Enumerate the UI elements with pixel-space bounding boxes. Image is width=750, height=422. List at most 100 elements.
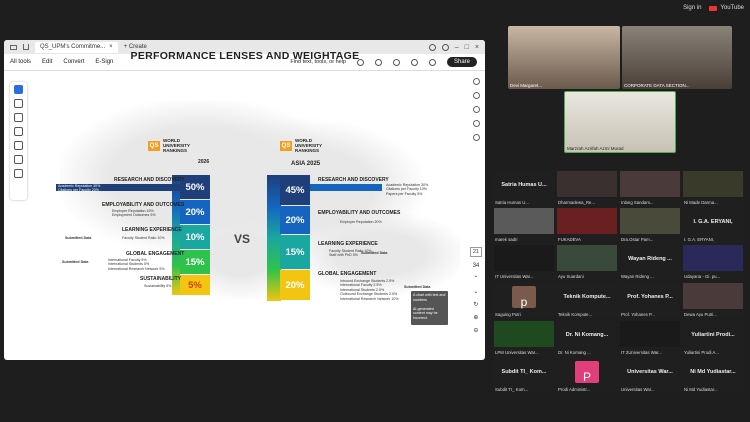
participant-tile[interactable]: Dr. Ni Komang... Dr. Ni Komang ... <box>556 320 618 356</box>
participant-name-label: Dr. Ni Komang ... <box>558 350 591 355</box>
participant-tile[interactable]: Universitas War... Universitas War... <box>619 357 681 393</box>
participant-tile[interactable]: Teknik Kompute... Teknik Kompute... <box>556 282 618 318</box>
speaker-video-1[interactable]: Devi Margaret... <box>508 26 620 89</box>
comment-icon[interactable] <box>14 113 23 122</box>
refresh-icon[interactable]: ↻ <box>473 301 478 308</box>
participant-display-name: Universitas War... <box>627 369 673 375</box>
right-cat-global: GLOBAL ENGAGEMENT <box>318 271 377 277</box>
left-seg-learning: 10% <box>180 225 210 249</box>
left-submitted-2: Submitted Data <box>62 260 89 264</box>
participant-avatar: p <box>512 286 536 309</box>
participant-display-name: Dr. Ni Komang... <box>565 332 609 338</box>
left-seg-global: 15% <box>180 250 210 274</box>
participant-name-label: Teknik Kompute... <box>558 312 593 317</box>
participant-logo <box>494 245 554 271</box>
zoom-icon[interactable] <box>14 99 23 108</box>
participant-name-label: Ayu Suardani <box>558 274 584 279</box>
right-seg-learning: 15% <box>280 235 310 269</box>
page-navigator: 21 34 ⌃ ⌄ ↻ ⊕ ⊖ <box>469 247 482 334</box>
thumbnails-icon[interactable] <box>472 120 480 127</box>
participant-name-label: LPM Universitas War... <box>495 350 539 355</box>
page-down-icon[interactable]: ⌄ <box>473 288 478 295</box>
current-page-field[interactable]: 21 <box>469 247 482 257</box>
zoom-in-icon[interactable]: ⊕ <box>473 314 478 321</box>
participant-name-label: FUKADEVA <box>558 237 581 242</box>
attachments-icon[interactable] <box>472 134 480 141</box>
participant-tile[interactable]: IT Universitas War... <box>493 244 555 280</box>
left-cat-research: RESEARCH AND DISCOVERY <box>114 177 185 183</box>
qs-left-line3: RANKINGS <box>163 148 188 153</box>
participant-tile[interactable]: IT 2Universitas War... <box>619 320 681 356</box>
participant-tile[interactable]: p Saguing Putri <box>493 282 555 318</box>
comments-panel-icon[interactable] <box>472 92 480 99</box>
left-cat-learning: LEARNING EXPERIENCE <box>122 227 182 233</box>
left-sub-employability: Employer Reputation 15% Employment Outco… <box>112 209 156 218</box>
participant-tile[interactable]: Dharmadewa_Re... <box>556 170 618 206</box>
speaker-video-3[interactable]: Marzrah Azrifah Azmi Murad <box>564 91 676 153</box>
participant-name-label: Dewa Ayu Putri... <box>684 312 717 317</box>
participant-video <box>683 283 743 309</box>
qs-right-year: ASIA 2025 <box>291 161 321 167</box>
bookmarks-icon[interactable] <box>472 106 480 113</box>
left-submitted-1: Submitted Data <box>65 236 92 240</box>
speaker-name-3: Marzrah Azrifah Azmi Murad <box>567 146 624 151</box>
participant-tile[interactable]: Subdit TI_ Kom... Subdit TI_ Kom... <box>493 357 555 393</box>
youtube-icon <box>709 5 718 11</box>
youtube-button[interactable]: YouTube <box>709 5 744 11</box>
left-seg-employability: 20% <box>180 200 210 224</box>
participant-tile[interactable]: Ayu Suardani <box>556 244 618 280</box>
more-tools-icon[interactable] <box>14 169 23 178</box>
participant-video <box>683 245 743 271</box>
participant-video <box>620 208 680 234</box>
zoom-out-icon[interactable]: ⊖ <box>473 327 478 334</box>
participant-tile[interactable]: I. G.A. ERYANI, I. G.A. ERYANI, <box>682 207 744 243</box>
participant-tile[interactable]: Yuliartini Prodi... Yuliartini Prodi A... <box>682 320 744 356</box>
participant-name-label: Dra.Ostar Pam... <box>621 237 654 242</box>
participant-display-name: Teknik Kompute... <box>563 294 611 300</box>
participant-name-label: Universitas War... <box>621 387 655 392</box>
speaker-video-2[interactable]: CORPORATE DATA SECTION... <box>622 26 732 89</box>
participant-tile[interactable]: Dewa Ayu Putri... <box>682 282 744 318</box>
youtube-header: Sign in YouTube <box>683 5 744 11</box>
participant-name-label: Satria Humas U... <box>495 200 529 205</box>
page-up-icon[interactable]: ⌃ <box>473 275 478 282</box>
participant-tile[interactable]: Prof. Yohanes P... Prof. Yohanes P... <box>619 282 681 318</box>
participant-name-label: Wayan Rideng ... <box>621 274 654 279</box>
sign-in-button[interactable]: Sign in <box>683 5 701 11</box>
participant-name-label: Ni Md Yudiastar... <box>684 387 718 392</box>
ai-assistant-icon[interactable] <box>472 78 480 85</box>
participant-tile[interactable]: marek sadri <box>493 207 555 243</box>
left-toolbar <box>10 82 27 200</box>
participant-name-label: Dharmadewa_Re... <box>558 200 596 205</box>
text-select-icon[interactable] <box>14 141 23 150</box>
slide-title: PERFORMANCE LENSES AND WEIGHTAGE <box>130 50 360 62</box>
total-pages: 34 <box>472 263 480 269</box>
participant-tile[interactable]: Dra.Ostar Pam... <box>619 207 681 243</box>
qs-logo-left: QS WORLD UNIVERSITY RANKINGS <box>148 138 190 153</box>
participant-name-label: marek sadri <box>495 237 518 242</box>
select-cursor-icon[interactable] <box>14 85 23 94</box>
right-funnel-edge <box>267 175 281 301</box>
window-icon[interactable] <box>10 44 17 50</box>
participant-tile[interactable]: Udayana - Gi. pu... <box>682 244 744 280</box>
participant-display-name: Subdit TI_ Kom... <box>501 369 547 375</box>
participant-name-label: I. G.A. ERYANI, <box>684 237 715 242</box>
participant-tile[interactable]: Satria Humas U... Satria Humas U... <box>493 170 555 206</box>
qs-left-year: 2026 <box>198 159 210 165</box>
participant-video <box>494 208 554 234</box>
participant-display-name: Satria Humas U... <box>501 182 547 188</box>
participant-tile[interactable]: Inlang Sandam... <box>619 170 681 206</box>
participant-video <box>620 171 680 197</box>
participant-tile[interactable]: LPM Universitas War... <box>493 320 555 356</box>
right-sub-research: Academic Reputation 30% Citations per Fa… <box>386 183 429 196</box>
stamp-icon[interactable] <box>14 155 23 164</box>
participant-tile[interactable]: Ni Made Darma... <box>682 170 744 206</box>
participant-tile[interactable]: Ni Md Yudiastar... Ni Md Yudiastar... <box>682 357 744 393</box>
participant-tile[interactable]: P Prodi Administr... <box>556 357 618 393</box>
participant-display-name: Prof. Yohanes P... <box>627 294 673 300</box>
speaker-name-1: Devi Margaret... <box>510 83 543 88</box>
right-sub-employability: Employer Reputation 20% <box>340 220 382 224</box>
draw-icon[interactable] <box>14 127 23 136</box>
participant-tile[interactable]: FUKADEVA <box>556 207 618 243</box>
participant-tile[interactable]: Wayan Rideng ... Wayan Rideng ... <box>619 244 681 280</box>
